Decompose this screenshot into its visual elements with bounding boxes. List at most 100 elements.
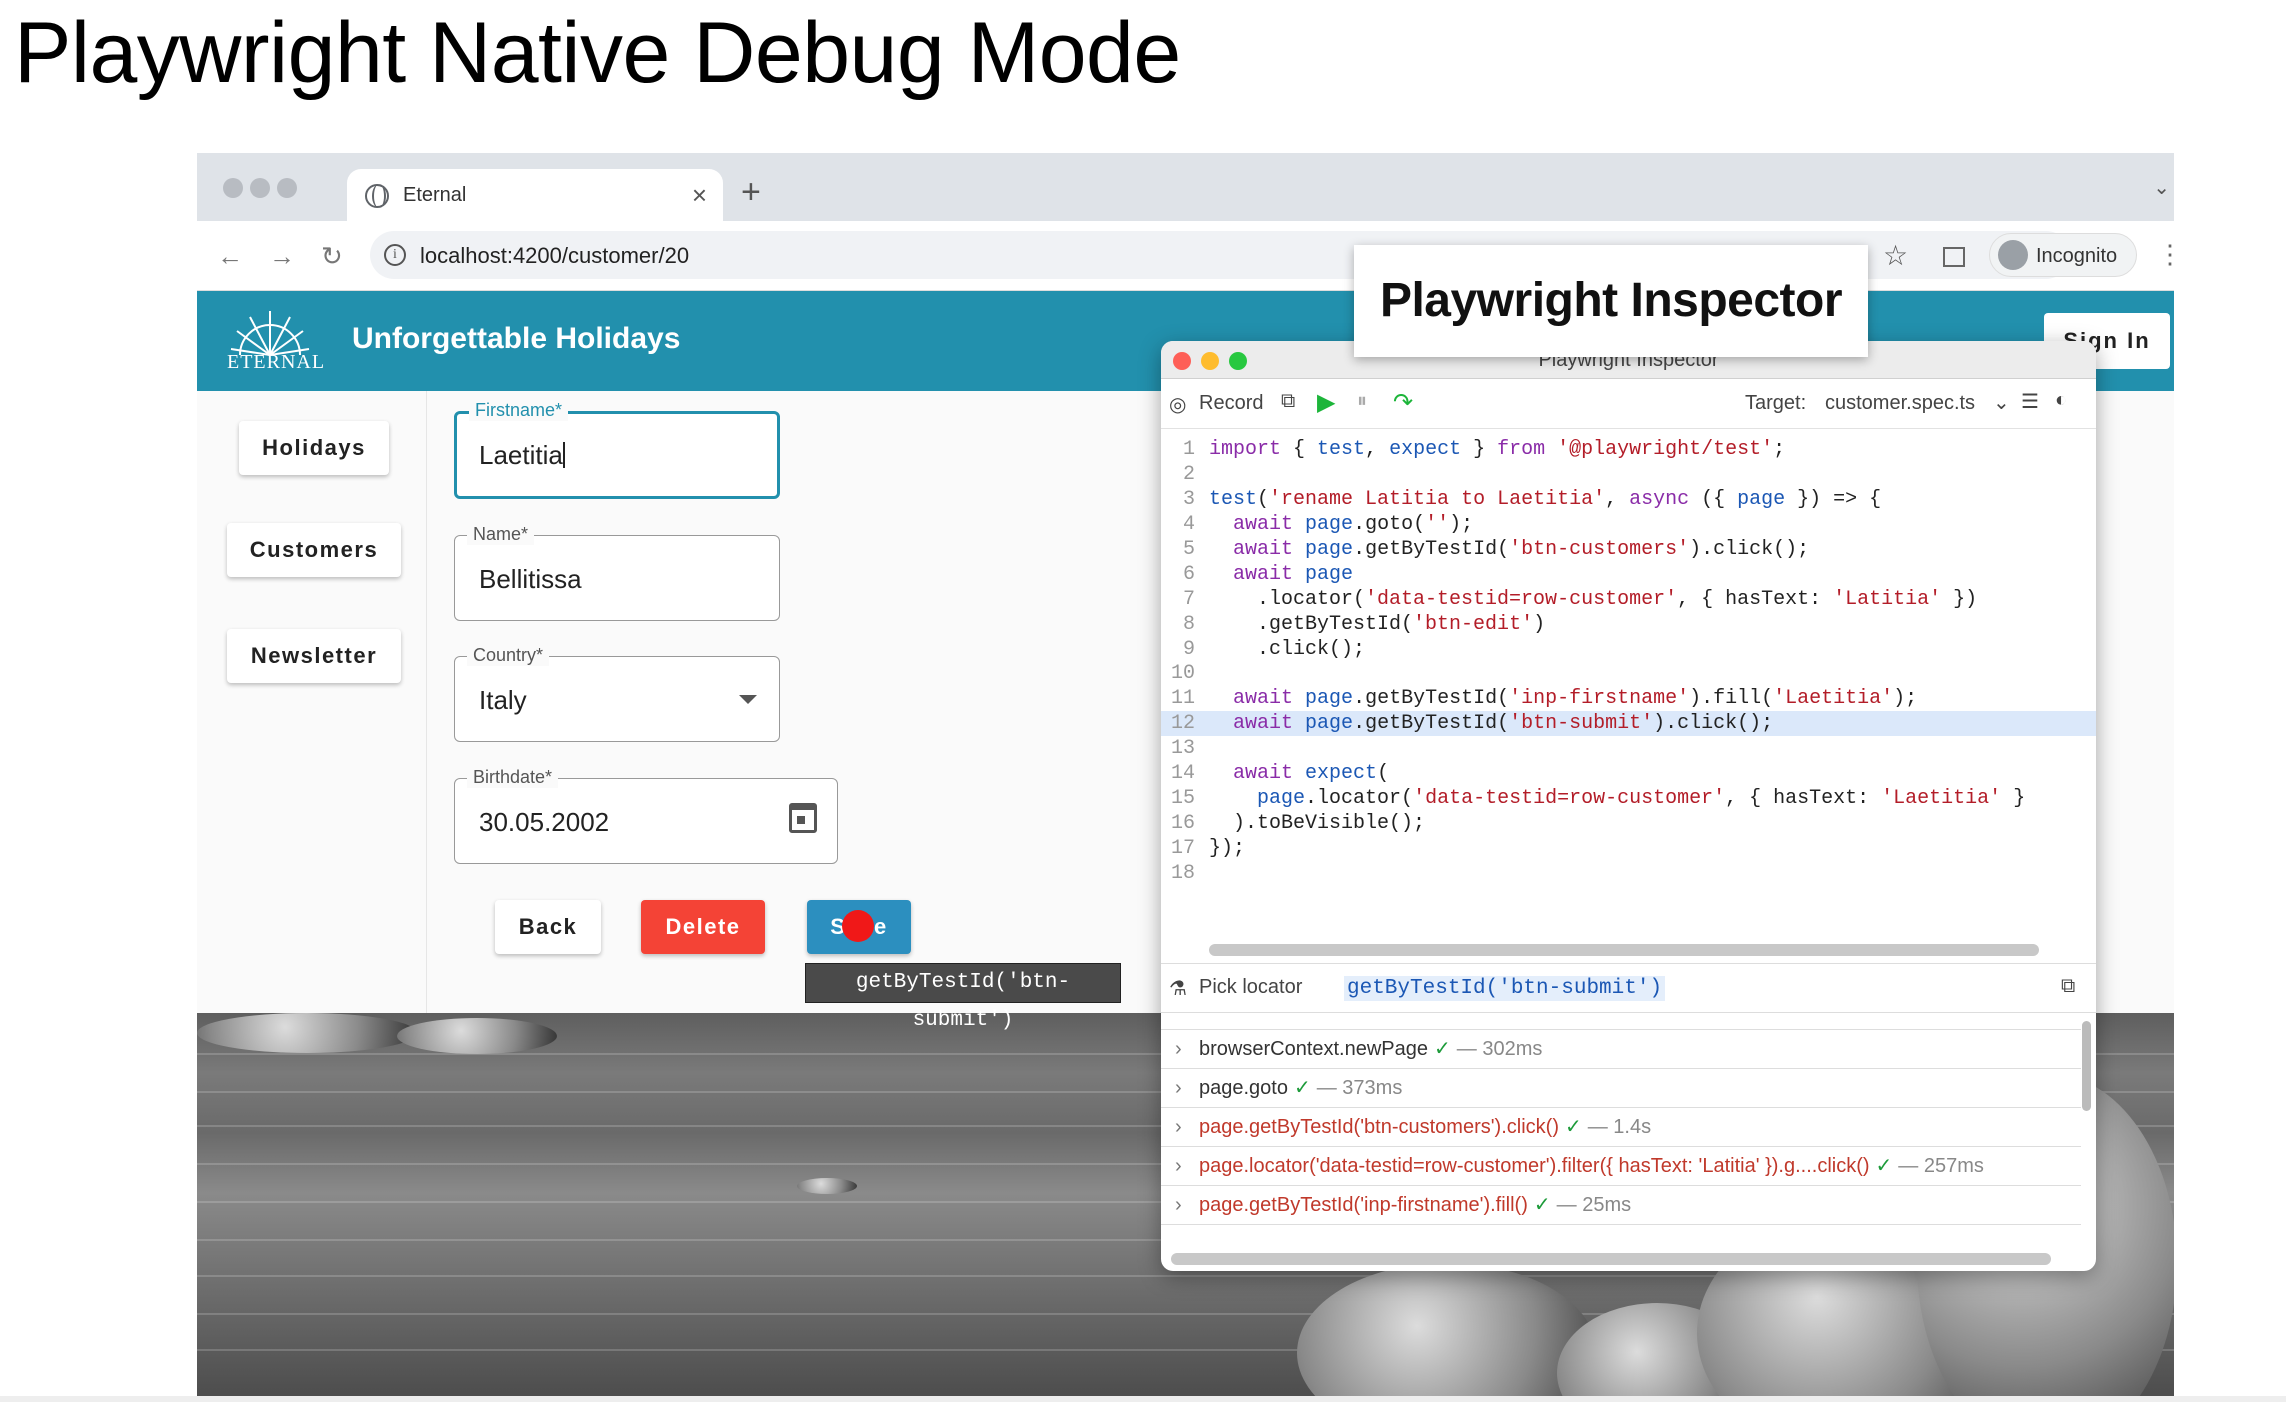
- code-text: await page.getByTestId('btn-submit').cli…: [1233, 712, 1774, 736]
- copy-icon[interactable]: ⧉: [1281, 390, 1295, 413]
- call-log-row[interactable]: › page.getByTestId('btn-customers').click…: [1161, 1108, 2081, 1147]
- line-number: 6: [1182, 562, 1195, 586]
- code-line[interactable]: 3 test('rename Latitia to Laetitia', asyn…: [1161, 487, 2096, 512]
- code-line[interactable]: 6 await page: [1161, 562, 2096, 587]
- line-number: 3: [1182, 487, 1195, 511]
- chevron-right-icon[interactable]: ›: [1175, 1147, 1182, 1185]
- new-tab-icon[interactable]: +: [741, 173, 761, 212]
- code-line[interactable]: 11 await page.getByTestId('inp-firstname…: [1161, 686, 2096, 711]
- inspector-zoom-button[interactable]: [1229, 352, 1247, 370]
- chevron-right-icon[interactable]: ›: [1175, 1069, 1182, 1107]
- pause-icon[interactable]: ⏸: [1357, 390, 1367, 413]
- site-info-icon[interactable]: i: [384, 244, 406, 266]
- firstname-label: Firstname*: [469, 400, 569, 421]
- code-editor[interactable]: 1 import { test, expect } from '@playwrig…: [1161, 437, 2096, 885]
- code-line[interactable]: 13: [1161, 736, 2096, 761]
- code-line[interactable]: 12 await page.getByTestId('btn-submit').…: [1161, 711, 2096, 737]
- call-log-text: page.getByTestId('btn-customers').click(…: [1199, 1116, 1652, 1138]
- window-minimize-button[interactable]: [250, 178, 270, 198]
- call-log-row[interactable]: › page.locator('data-testid=row-customer'…: [1161, 1147, 2081, 1186]
- inspector-window: Playwright Inspector ◎ Record ⧉ ▶ ⏸ ↷ Ta…: [1161, 341, 2096, 1271]
- record-label[interactable]: Record: [1199, 392, 1263, 415]
- menu-kebab-icon[interactable]: ⋮: [2157, 239, 2174, 270]
- code-line[interactable]: 16 ).toBeVisible();: [1161, 811, 2096, 836]
- code-text: .getByTestId('btn-edit'): [1209, 612, 1546, 636]
- code-line[interactable]: 17});: [1161, 836, 2096, 861]
- window-zoom-button[interactable]: [277, 178, 297, 198]
- record-icon[interactable]: ◎: [1169, 392, 1186, 417]
- forward-arrow-icon[interactable]: →: [269, 241, 295, 272]
- chevron-right-icon[interactable]: ›: [1175, 1030, 1182, 1068]
- code-line[interactable]: 9 .click();: [1161, 637, 2096, 662]
- birthdate-field[interactable]: Birthdate* 30.05.2002: [454, 767, 838, 864]
- resume-icon[interactable]: ▶: [1317, 388, 1335, 417]
- call-log-horizontal-scrollbar[interactable]: [1171, 1253, 2051, 1265]
- copy-locator-icon[interactable]: ⧉: [2061, 975, 2075, 998]
- code-line[interactable]: 8 .getByTestId('btn-edit'): [1161, 612, 2096, 637]
- line-number: 5: [1182, 537, 1195, 561]
- call-log-vertical-scrollbar[interactable]: [2082, 1021, 2091, 1111]
- locator-input[interactable]: getByTestId('btn-submit'): [1344, 976, 1666, 1001]
- tab-strip: Eternal × + ⌄: [197, 153, 2174, 223]
- pick-locator-bar: ⚗ Pick locator getByTestId('btn-submit')…: [1161, 963, 2096, 1013]
- back-button[interactable]: Back: [495, 900, 601, 954]
- wrap-lines-icon[interactable]: ☰: [2021, 389, 2039, 414]
- code-line[interactable]: 2: [1161, 462, 2096, 487]
- target-chevron-icon[interactable]: ⌄: [1993, 390, 2010, 415]
- back-arrow-icon[interactable]: ←: [217, 241, 243, 272]
- nav-customers-button[interactable]: Customers: [227, 523, 401, 577]
- call-log-row[interactable]: › page.goto ✓ — 373ms: [1161, 1069, 2081, 1108]
- window-close-button[interactable]: [223, 178, 243, 198]
- inspector-close-button[interactable]: [1173, 352, 1191, 370]
- step-over-icon[interactable]: ↷: [1393, 388, 1413, 417]
- line-number: 17: [1170, 837, 1195, 861]
- theme-toggle-icon[interactable]: ◐: [2055, 389, 2067, 412]
- incognito-profile-button[interactable]: Incognito: [1989, 233, 2137, 277]
- code-text: test('rename Latitia to Laetitia', async…: [1209, 487, 1882, 511]
- name-label: Name*: [467, 524, 535, 545]
- call-log-row[interactable]: › page.getByTestId('inp-firstname').fill(…: [1161, 1186, 2081, 1225]
- target-label: Target:: [1745, 392, 1807, 414]
- calendar-icon[interactable]: [789, 803, 817, 833]
- pick-locator-button[interactable]: Pick locator: [1199, 976, 1302, 999]
- name-field[interactable]: Name* Bellitissa: [454, 524, 780, 621]
- tab-search-icon[interactable]: ⌄: [2153, 175, 2170, 200]
- browser-toolbar: ← → ↻ i localhost:4200/customer/20 ☆ Inc…: [197, 221, 2174, 291]
- birthdate-label: Birthdate*: [467, 767, 559, 788]
- sidebar-nav: Holidays Customers Newsletter: [197, 391, 427, 1013]
- code-line[interactable]: 1 import { test, expect } from '@playwrig…: [1161, 437, 2096, 462]
- code-line[interactable]: 15 page.locator('data-testid=row-custome…: [1161, 786, 2096, 811]
- call-log-row[interactable]: › browserContext.newPage ✓ — 302ms: [1161, 1030, 2081, 1069]
- line-number: 2: [1182, 462, 1195, 486]
- slide-title: Playwright Native Debug Mode: [14, 5, 1181, 101]
- country-select[interactable]: Country* Italy: [454, 645, 780, 742]
- reload-icon[interactable]: ↻: [321, 241, 343, 272]
- close-tab-icon[interactable]: ×: [692, 180, 707, 211]
- inspector-minimize-button[interactable]: [1201, 352, 1219, 370]
- dropdown-arrow-icon[interactable]: [739, 695, 757, 704]
- code-horizontal-scrollbar[interactable]: [1209, 944, 2039, 956]
- code-line[interactable]: 5 await page.getByTestId('btn-customers'…: [1161, 537, 2096, 562]
- code-line[interactable]: 14 await expect(: [1161, 761, 2096, 786]
- code-line[interactable]: 7 .locator('data-testid=row-customer', {…: [1161, 587, 2096, 612]
- nav-newsletter-button[interactable]: Newsletter: [227, 629, 401, 683]
- code-line[interactable]: 18: [1161, 861, 2096, 886]
- nav-holidays-button[interactable]: Holidays: [239, 421, 389, 475]
- browser-tab[interactable]: Eternal ×: [347, 169, 723, 223]
- code-line[interactable]: 4 await page.goto('');: [1161, 512, 2096, 537]
- call-log-text: page.getByTestId('inp-firstname').fill()…: [1199, 1194, 1632, 1216]
- call-log-row-partial: [1161, 1013, 2081, 1030]
- bookmark-star-icon[interactable]: ☆: [1883, 239, 1908, 272]
- line-number: 18: [1170, 861, 1195, 885]
- side-panel-icon[interactable]: [1943, 247, 1965, 267]
- chevron-right-icon[interactable]: ›: [1175, 1108, 1182, 1146]
- slide-bottom-rule: [0, 1396, 2286, 1402]
- delete-button[interactable]: Delete: [641, 900, 765, 954]
- chevron-right-icon[interactable]: ›: [1175, 1186, 1182, 1224]
- flask-icon[interactable]: ⚗: [1169, 976, 1187, 1001]
- firstname-field[interactable]: Firstname* Laetitia: [454, 400, 780, 499]
- line-number: 7: [1182, 587, 1195, 611]
- code-line[interactable]: 10: [1161, 661, 2096, 686]
- code-text: import { test, expect } from '@playwrigh…: [1209, 438, 1786, 461]
- target-select[interactable]: customer.spec.ts: [1825, 392, 1975, 415]
